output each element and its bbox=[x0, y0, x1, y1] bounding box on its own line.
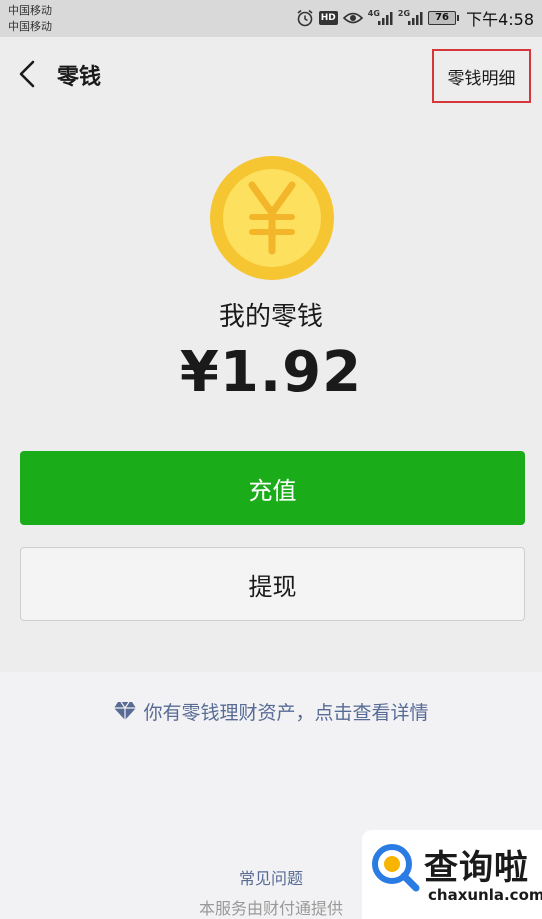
status-icons: HD 4G 2G 76 下午4:58 bbox=[296, 7, 534, 29]
watermark-title: 查询啦 bbox=[424, 848, 529, 888]
search-logo-icon bbox=[372, 844, 420, 892]
watermark-url: chaxunla.com bbox=[428, 886, 542, 904]
signal-icon: 4G bbox=[368, 7, 393, 29]
withdraw-button[interactable]: 提现 bbox=[20, 547, 525, 621]
carrier-label-1: 中国移动 bbox=[8, 4, 52, 17]
battery-tip bbox=[457, 15, 460, 21]
eye-icon bbox=[342, 7, 363, 29]
carrier-label-2: 中国移动 bbox=[8, 20, 52, 33]
watermark: 查询啦 chaxunla.com bbox=[362, 830, 542, 919]
diamond-icon bbox=[114, 701, 137, 720]
balance-amount: ¥1.92 bbox=[179, 340, 363, 405]
signal-icon: 2G bbox=[398, 7, 423, 29]
recharge-button[interactable]: 充值 bbox=[20, 451, 525, 525]
network-type-1: 4G bbox=[367, 8, 380, 18]
back-button[interactable] bbox=[10, 55, 44, 93]
status-time: 下午4:58 bbox=[466, 10, 534, 29]
network-type-2: 2G bbox=[397, 8, 411, 18]
hd-icon: HD bbox=[318, 7, 338, 29]
alarm-icon bbox=[296, 7, 314, 29]
battery-level: 76 bbox=[428, 11, 457, 25]
wealth-assets-link[interactable]: 你有零钱理财资产，点击查看详情 bbox=[0, 694, 542, 728]
wealth-link-text: 你有零钱理财资产，点击查看详情 bbox=[143, 701, 429, 724]
chevron-left-icon bbox=[19, 60, 35, 88]
hd-label: HD bbox=[318, 11, 338, 25]
battery-icon: 76 bbox=[428, 11, 460, 25]
nav-bar: 零钱 零钱明细 bbox=[0, 37, 542, 111]
status-bar: 中国移动 中国移动 HD 4G 2G 76 下午4:58 bbox=[0, 0, 542, 37]
balance-label: 我的零钱 bbox=[218, 302, 323, 332]
change-wallet-page: 中国移动 中国移动 HD 4G 2G 76 下午4:58 零钱 零钱明细 我的零… bbox=[0, 0, 542, 919]
page-title: 零钱 bbox=[57, 65, 102, 90]
yen-coin-icon bbox=[210, 156, 334, 280]
change-details-link[interactable]: 零钱明细 bbox=[432, 49, 531, 103]
